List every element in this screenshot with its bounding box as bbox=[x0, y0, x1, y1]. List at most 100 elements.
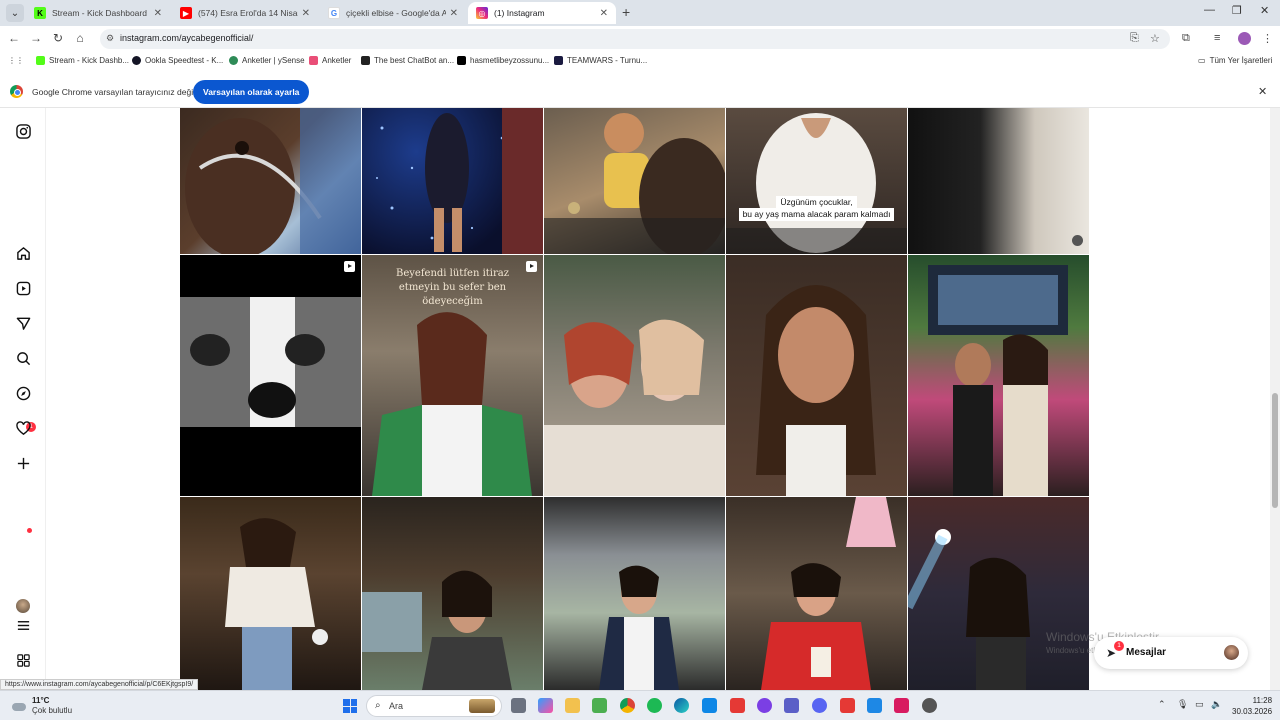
all-bookmarks[interactable]: ▭ Tüm Yer İşaretleri bbox=[1198, 56, 1272, 65]
new-tab-button[interactable]: + bbox=[622, 4, 630, 20]
couple-photo bbox=[928, 265, 1068, 496]
chrome-menu-icon[interactable]: ⋮ bbox=[1262, 32, 1273, 45]
home-icon[interactable] bbox=[14, 244, 32, 262]
reload-button[interactable]: ↻ bbox=[50, 31, 66, 45]
media-control-icon[interactable]: ≡ bbox=[1214, 32, 1220, 44]
set-default-button[interactable]: Varsayılan olarak ayarla bbox=[193, 80, 310, 104]
discord-icon[interactable] bbox=[812, 698, 827, 713]
teams-icon[interactable] bbox=[784, 698, 799, 713]
street-photo bbox=[225, 518, 328, 690]
taskbar-clock[interactable]: 11:28 30.03.2026 bbox=[1232, 695, 1272, 717]
cloud-icon[interactable] bbox=[10, 697, 26, 713]
taskbar-search[interactable]: ⌕ Ara bbox=[366, 695, 502, 717]
close-icon[interactable]: ✕ bbox=[154, 8, 162, 19]
post-thumbnail[interactable] bbox=[544, 255, 725, 496]
avatar bbox=[1224, 645, 1239, 660]
post-thumbnail[interactable]: Beyefendi lütfen itiraz etmeyin bu sefer… bbox=[362, 255, 543, 496]
tab-search-button[interactable]: ⌄ bbox=[6, 4, 24, 22]
tab-kick[interactable]: K Stream - Kick Dashboard ✕ bbox=[26, 2, 170, 24]
restore-button[interactable]: ❐ bbox=[1232, 4, 1242, 17]
app-icon[interactable] bbox=[922, 698, 937, 713]
bookmark-star-icon[interactable]: ☆ bbox=[1150, 32, 1160, 45]
show-hidden-icons[interactable]: ⌃ bbox=[1158, 699, 1166, 710]
notifications-heart-icon[interactable] bbox=[14, 419, 32, 437]
close-icon[interactable]: ✕ bbox=[1258, 85, 1267, 98]
messages-badge: 1 bbox=[1114, 641, 1124, 651]
microphone-icon[interactable]: 🎙 bbox=[1177, 699, 1188, 710]
bookmark-item[interactable]: Anketler | ySense bbox=[229, 56, 305, 65]
bookmark-item[interactable]: The best ChatBot an... bbox=[361, 56, 454, 65]
window-close-button[interactable]: ✕ bbox=[1260, 4, 1269, 17]
start-button[interactable] bbox=[343, 699, 357, 713]
forward-button[interactable]: → bbox=[28, 31, 44, 45]
post-thumbnail[interactable]: Üzgünüm çocuklar, bu ay yaş mama alacak … bbox=[726, 108, 907, 254]
bookmark-item[interactable]: Ookla Speedtest - K... bbox=[132, 56, 223, 65]
create-icon[interactable] bbox=[14, 454, 32, 472]
scrollbar-thumb[interactable] bbox=[1272, 393, 1278, 508]
address-bar[interactable]: ⚙ instagram.com/aycabegenofficial/ bbox=[100, 29, 1170, 49]
search-icon[interactable] bbox=[14, 349, 32, 367]
post-thumbnail[interactable] bbox=[544, 108, 725, 254]
bookmark-item[interactable]: hasmetlibeyzossunu... bbox=[457, 56, 549, 65]
profile-avatar[interactable] bbox=[1238, 32, 1251, 45]
post-thumbnail[interactable] bbox=[180, 497, 361, 690]
edge-icon[interactable] bbox=[674, 698, 689, 713]
post-thumbnail[interactable] bbox=[180, 108, 361, 254]
bookmark-item[interactable]: Stream - Kick Dashb... bbox=[36, 56, 129, 65]
store-icon[interactable] bbox=[592, 698, 607, 713]
post-thumbnail[interactable] bbox=[362, 497, 543, 690]
page-scrollbar[interactable] bbox=[1270, 108, 1280, 690]
close-icon[interactable]: ✕ bbox=[450, 8, 458, 19]
close-icon[interactable]: ✕ bbox=[600, 8, 608, 19]
windows-taskbar: 11°C Çok bulutlu ⌕ Ara ⌃ 🎙 ▭ 🔈 11:28 30.… bbox=[0, 690, 1280, 720]
bookmark-item[interactable]: Anketler bbox=[309, 56, 351, 65]
skype-icon[interactable] bbox=[702, 698, 717, 713]
app-icon[interactable] bbox=[894, 698, 909, 713]
home-button[interactable]: ⌂ bbox=[72, 31, 88, 45]
app-icon[interactable] bbox=[867, 698, 882, 713]
post-thumbnail[interactable] bbox=[180, 255, 361, 496]
survey-icon bbox=[309, 56, 318, 65]
also-from-meta-icon[interactable] bbox=[14, 651, 32, 669]
task-view-icon[interactable] bbox=[511, 698, 526, 713]
spotify-icon[interactable] bbox=[647, 698, 662, 713]
app-icon[interactable] bbox=[840, 698, 855, 713]
weather-temperature[interactable]: 11°C bbox=[32, 696, 49, 705]
post-thumbnail[interactable] bbox=[908, 497, 1089, 690]
back-button[interactable]: ← bbox=[6, 31, 22, 45]
post-thumbnail[interactable] bbox=[726, 497, 907, 690]
tab-google[interactable]: G çiçekli elbise - Google'da Ara ✕ bbox=[320, 2, 466, 24]
post-thumbnail[interactable] bbox=[544, 497, 725, 690]
tab-youtube[interactable]: ▶ (574) Esra Erol'da 14 Nisan 2025 ✕ bbox=[172, 2, 318, 24]
install-app-icon[interactable]: ⎘ bbox=[1130, 32, 1139, 45]
reels-icon[interactable] bbox=[14, 279, 32, 297]
extensions-icon[interactable]: ⧉ bbox=[1182, 32, 1190, 45]
copilot-icon[interactable] bbox=[538, 698, 553, 713]
site-info-icon[interactable]: ⚙ bbox=[106, 33, 114, 44]
volume-icon[interactable]: 🔈 bbox=[1211, 699, 1222, 710]
minimize-button[interactable]: — bbox=[1204, 4, 1215, 16]
chrome-icon[interactable] bbox=[620, 698, 635, 713]
post-thumbnail[interactable] bbox=[908, 108, 1089, 254]
instagram-logo-icon[interactable] bbox=[14, 122, 32, 140]
more-menu-icon[interactable] bbox=[14, 616, 32, 634]
file-explorer-icon[interactable] bbox=[565, 698, 580, 713]
post-thumbnail[interactable] bbox=[362, 108, 543, 254]
app-icon[interactable] bbox=[730, 698, 745, 713]
messages-button[interactable]: ➤ 1 Mesajlar bbox=[1094, 637, 1248, 669]
audio-muted-icon[interactable] bbox=[1072, 235, 1083, 246]
network-icon[interactable]: ▭ bbox=[1195, 699, 1204, 710]
tab-instagram[interactable]: ◎ (1) Instagram ✕ bbox=[468, 2, 616, 24]
post-caption: bu ay yaş mama alacak param kalmadı bbox=[738, 208, 895, 221]
search-icon: ⌕ bbox=[375, 700, 381, 711]
explore-icon[interactable] bbox=[14, 384, 32, 402]
bookmark-item[interactable]: TEAMWARS - Turnu... bbox=[554, 56, 647, 65]
close-icon[interactable]: ✕ bbox=[302, 8, 310, 19]
apps-grid-icon[interactable]: ⋮⋮ bbox=[8, 56, 24, 65]
messenger-icon[interactable] bbox=[757, 698, 772, 713]
post-thumbnail[interactable] bbox=[908, 255, 1089, 496]
profile-avatar[interactable] bbox=[16, 599, 30, 613]
weather-description[interactable]: Çok bulutlu bbox=[32, 706, 72, 715]
post-thumbnail[interactable] bbox=[726, 255, 907, 496]
direct-messages-icon[interactable] bbox=[14, 314, 32, 332]
